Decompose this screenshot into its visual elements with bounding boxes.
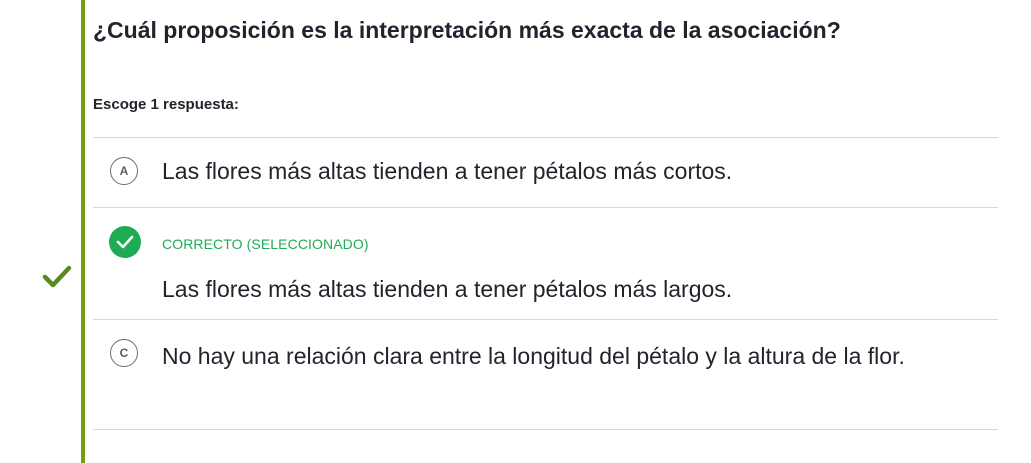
choice-c[interactable]: C No hay una relación clara entre la lon… — [93, 320, 998, 430]
choice-b-text: Las flores más altas tienden a tener pét… — [162, 276, 733, 302]
correct-status-label: CORRECTO (SELECCIONADO) — [162, 236, 369, 252]
choice-list: A Las flores más altas tienden a tener p… — [93, 137, 998, 430]
choice-c-text: No hay una relación clara entre la longi… — [162, 343, 905, 369]
checkmark-icon — [42, 265, 72, 288]
question-panel: ¿Cuál proposición es la interpretación m… — [93, 0, 998, 430]
exercise-page: ¿Cuál proposición es la interpretación m… — [0, 0, 1031, 463]
choice-a-letter: A — [110, 157, 138, 185]
choice-a[interactable]: A Las flores más altas tienden a tener p… — [93, 138, 998, 208]
answer-instruction: Escoge 1 respuesta: — [93, 96, 239, 113]
check-circle-icon — [109, 226, 141, 258]
choice-c-letter: C — [110, 339, 138, 367]
choice-b[interactable]: CORRECTO (SELECCIONADO) Las flores más a… — [93, 208, 998, 320]
answer-status-bar — [81, 0, 85, 463]
choice-a-text: Las flores más altas tienden a tener pét… — [162, 158, 733, 184]
question-title: ¿Cuál proposición es la interpretación m… — [93, 17, 841, 43]
